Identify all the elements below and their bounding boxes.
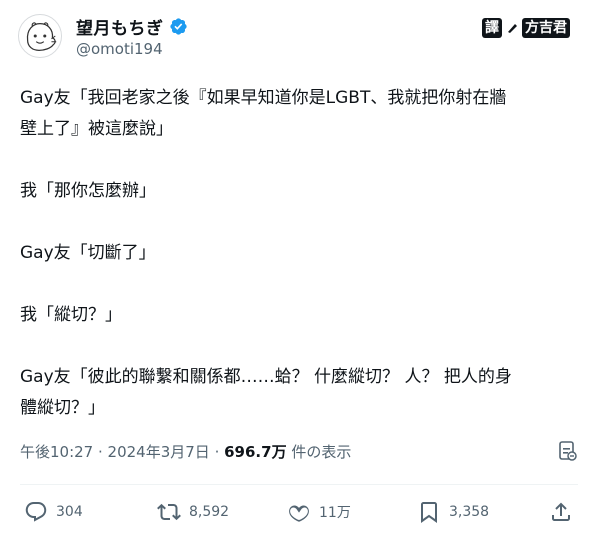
tweet-meta: 午後10:27 · 2024年3月7日 · 696.7万 件の表示 bbox=[20, 441, 351, 462]
tweet-line: 我「那你怎麼辦」 bbox=[20, 181, 156, 201]
like-button[interactable]: 11万 bbox=[287, 500, 351, 524]
view-count-label: 件の表示 bbox=[286, 443, 352, 461]
tweet-time[interactable]: 午後10:27 bbox=[20, 443, 93, 461]
meta-separator: · bbox=[93, 443, 108, 461]
author-handle[interactable]: @omoti194 bbox=[76, 40, 163, 58]
retweet-button[interactable]: 8,592 bbox=[157, 500, 229, 524]
share-button[interactable] bbox=[549, 500, 573, 524]
cartoon-avatar-icon bbox=[26, 22, 57, 51]
bookmark-icon bbox=[421, 502, 437, 523]
pen-icon bbox=[508, 24, 517, 33]
heart-icon bbox=[289, 505, 309, 522]
retweet-icon bbox=[157, 503, 181, 521]
retweet-count: 8,592 bbox=[189, 504, 230, 520]
post-engagements-icon[interactable] bbox=[556, 440, 578, 462]
reply-button[interactable]: 304 bbox=[24, 500, 83, 524]
translator-watermark: 譯 方吉君 bbox=[482, 18, 570, 38]
tweet-line: 體縱切？」 bbox=[20, 398, 105, 418]
verified-badge-icon bbox=[169, 18, 187, 35]
share-icon bbox=[552, 502, 570, 521]
tweet-line: Gay友「我回老家之後『如果早知道你是LGBT、我就把你射在牆 bbox=[20, 88, 507, 108]
view-count: 696.7万 bbox=[224, 443, 287, 461]
tweet-line: 壁上了』被這麼說」 bbox=[20, 119, 173, 139]
meta-separator: · bbox=[209, 443, 225, 461]
watermark-label: 譯 bbox=[482, 18, 502, 38]
tweet-line: Gay友「切斷了」 bbox=[20, 243, 156, 263]
like-count: 11万 bbox=[319, 505, 351, 521]
watermark-name: 方吉君 bbox=[522, 18, 570, 38]
bookmark-button[interactable]: 3,358 bbox=[417, 500, 489, 524]
reply-icon bbox=[25, 502, 47, 522]
tweet-line: Gay友「彼此的聯繫和關係都……蛤？ 什麼縱切？ 人？ 把人的身 bbox=[20, 367, 512, 387]
author-display-name[interactable]: 望月もちぎ bbox=[76, 14, 164, 39]
bookmark-count: 3,358 bbox=[449, 504, 490, 520]
tweet-date[interactable]: 2024年3月7日 bbox=[108, 443, 210, 461]
divider bbox=[20, 484, 578, 485]
author-avatar[interactable] bbox=[18, 14, 62, 58]
reply-count: 304 bbox=[56, 504, 83, 520]
tweet-line: 我「縱切？」 bbox=[20, 305, 122, 325]
tweet-text: Gay友「我回老家之後『如果早知道你是LGBT、我就把你射在牆 壁上了』被這麼說… bbox=[20, 83, 585, 424]
action-bar: 304 8,592 11万 3,358 bbox=[24, 500, 582, 530]
